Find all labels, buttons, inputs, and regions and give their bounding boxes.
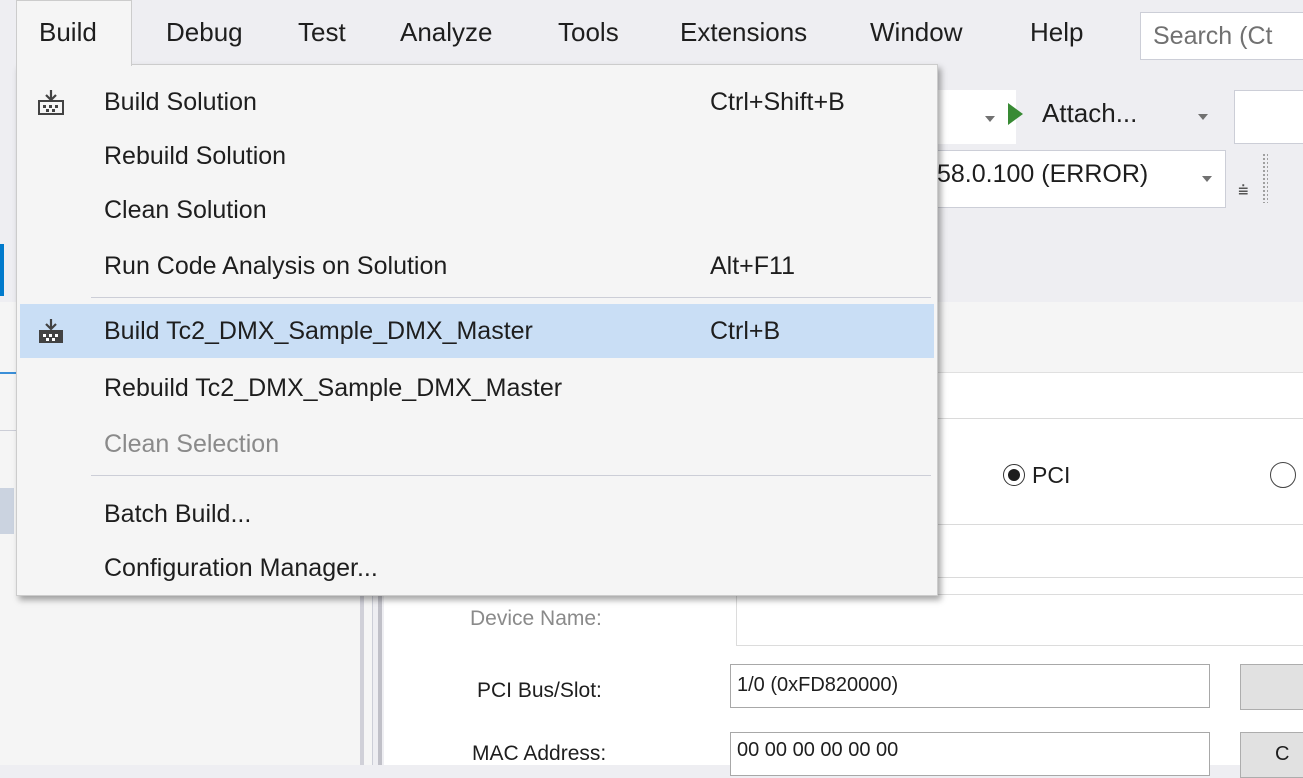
chevron-down-icon — [985, 116, 995, 122]
search-input[interactable]: Search (Ct — [1140, 12, 1303, 60]
chevron-down-icon — [1202, 176, 1212, 182]
radio-pci[interactable] — [1003, 464, 1025, 486]
menu-item-run-code-analysis[interactable]: Run Code Analysis on Solution Alt+F11 — [20, 239, 934, 293]
build-icon — [39, 319, 63, 343]
mac-button-label: C — [1275, 743, 1290, 765]
menu-item-rebuild-project[interactable]: Rebuild Tc2_DMX_Sample_DMX_Master — [20, 361, 934, 415]
menu-test[interactable]: Test — [280, 0, 364, 64]
menu-bar: Build Debug Test Analyze Tools Extension… — [0, 0, 1303, 66]
radio-other[interactable] — [1270, 462, 1296, 488]
config-combo[interactable] — [936, 90, 1016, 144]
target-combo-value: 58.0.100 (ERROR) — [937, 160, 1149, 188]
toolbar-combo[interactable] — [1234, 90, 1303, 144]
menu-item-label: Rebuild Solution — [104, 142, 287, 170]
menu-item-label: Clean Selection — [104, 430, 280, 458]
play-icon[interactable] — [1008, 103, 1023, 125]
menu-item-build-project[interactable]: Build Tc2_DMX_Sample_DMX_Master Ctrl+B — [20, 304, 934, 358]
menu-item-rebuild-solution[interactable]: Rebuild Solution — [20, 129, 934, 183]
menu-window[interactable]: Window — [852, 0, 980, 64]
build-menu: Build Solution Ctrl+Shift+B Rebuild Solu… — [16, 64, 938, 596]
menu-separator — [91, 475, 931, 476]
menu-separator — [91, 297, 931, 298]
mac-button[interactable]: C — [1240, 732, 1303, 778]
menu-item-label: Rebuild Tc2_DMX_Sample_DMX_Master — [104, 374, 563, 402]
menu-item-shortcut: Alt+F11 — [710, 252, 795, 280]
mac-address-field[interactable]: 00 00 00 00 00 00 — [730, 732, 1210, 776]
menu-item-label: Run Code Analysis on Solution — [104, 252, 448, 280]
menu-item-label: Build Tc2_DMX_Sample_DMX_Master — [104, 317, 533, 345]
pci-bus-slot-field[interactable]: 1/0 (0xFD820000) — [730, 664, 1210, 708]
toolbar-grip[interactable] — [1262, 153, 1268, 203]
menu-help[interactable]: Help — [1012, 0, 1101, 64]
menu-debug[interactable]: Debug — [148, 0, 261, 64]
build-icon — [38, 90, 64, 115]
menu-item-label: Clean Solution — [104, 196, 267, 224]
menu-item-batch-build[interactable]: Batch Build... — [20, 487, 934, 541]
menu-analyze[interactable]: Analyze — [382, 0, 511, 64]
menu-tools[interactable]: Tools — [540, 0, 637, 64]
menu-extensions[interactable]: Extensions — [662, 0, 825, 64]
menu-item-shortcut: Ctrl+B — [710, 317, 781, 345]
mac-address-label: MAC Address: — [472, 742, 607, 765]
pci-bus-slot-label: PCI Bus/Slot: — [477, 679, 602, 702]
radio-pci-label: PCI — [1032, 462, 1071, 488]
menu-build[interactable]: Build — [16, 0, 132, 66]
menu-item-shortcut: Ctrl+Shift+B — [710, 88, 845, 116]
menu-item-configuration-manager[interactable]: Configuration Manager... — [20, 541, 934, 595]
left-selected-row[interactable] — [0, 488, 14, 534]
left-tab-accent — [0, 244, 4, 296]
menu-item-clean-solution[interactable]: Clean Solution — [20, 183, 934, 237]
attach-button[interactable]: Attach... — [1042, 98, 1137, 129]
pci-button[interactable] — [1240, 664, 1303, 710]
menu-item-clean-selection: Clean Selection — [20, 417, 934, 471]
toolbar-overflow-icon[interactable]: ⩧ — [1238, 180, 1249, 201]
chevron-down-icon[interactable] — [1198, 114, 1208, 120]
menu-item-label: Batch Build... — [104, 500, 252, 528]
menu-item-label: Build Solution — [104, 88, 257, 116]
device-name-label: Device Name: — [470, 607, 602, 630]
menu-item-build-solution[interactable]: Build Solution Ctrl+Shift+B — [20, 75, 934, 129]
device-name-field[interactable] — [736, 594, 1303, 646]
menu-item-label: Configuration Manager... — [104, 554, 378, 582]
